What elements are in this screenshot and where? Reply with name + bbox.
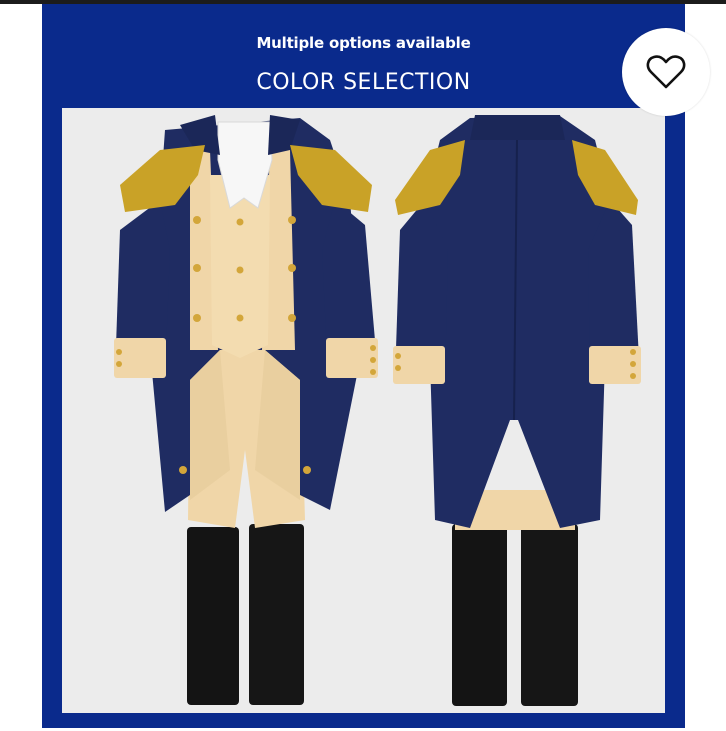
costume-back <box>393 115 641 706</box>
costume-front <box>114 115 378 705</box>
costume-illustration <box>114 115 641 706</box>
banner-title: COLOR SELECTION <box>256 70 471 95</box>
banner-subtitle: Multiple options available <box>256 34 471 52</box>
favorite-button[interactable] <box>622 28 710 116</box>
product-image[interactable] <box>62 108 665 713</box>
heart-outline-icon <box>646 55 686 89</box>
